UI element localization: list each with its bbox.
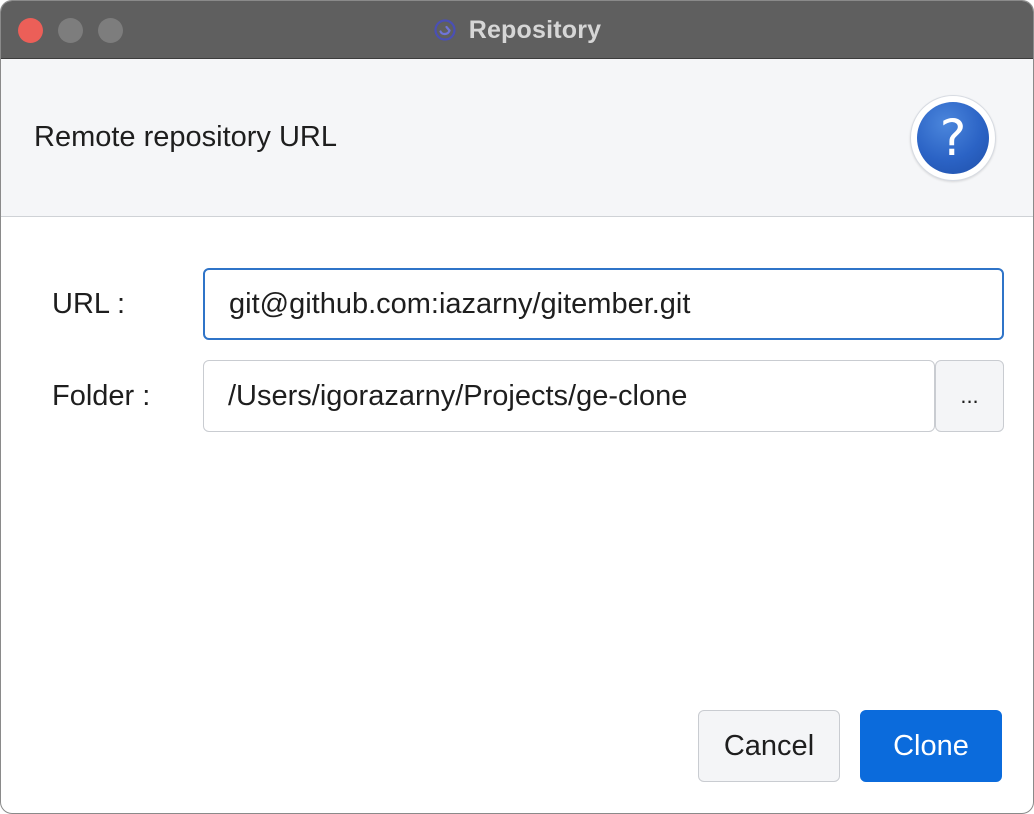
help-button[interactable]: ? [910,95,996,181]
title-bar[interactable]: Repository [1,1,1033,59]
header-title: Remote repository URL [34,121,337,153]
clone-button[interactable]: Clone [860,710,1002,782]
url-input[interactable]: git@github.com:iazarny/gitember.git [203,268,1004,340]
folder-label: Folder : [52,380,151,412]
url-label: URL : [52,288,126,320]
gitember-logo-icon [434,19,456,41]
dialog-header: Remote repository URL ? [1,59,1033,217]
window-title: Repository [468,15,602,44]
folder-input[interactable]: /Users/igorazarny/Projects/ge-clone [203,360,935,432]
repository-dialog: Repository Remote repository URL ? URL :… [0,0,1034,814]
window-title-group: Repository [1,1,1033,59]
question-mark-icon: ? [917,102,989,174]
browse-folder-button[interactable]: ... [935,360,1004,432]
cancel-button[interactable]: Cancel [698,710,840,782]
